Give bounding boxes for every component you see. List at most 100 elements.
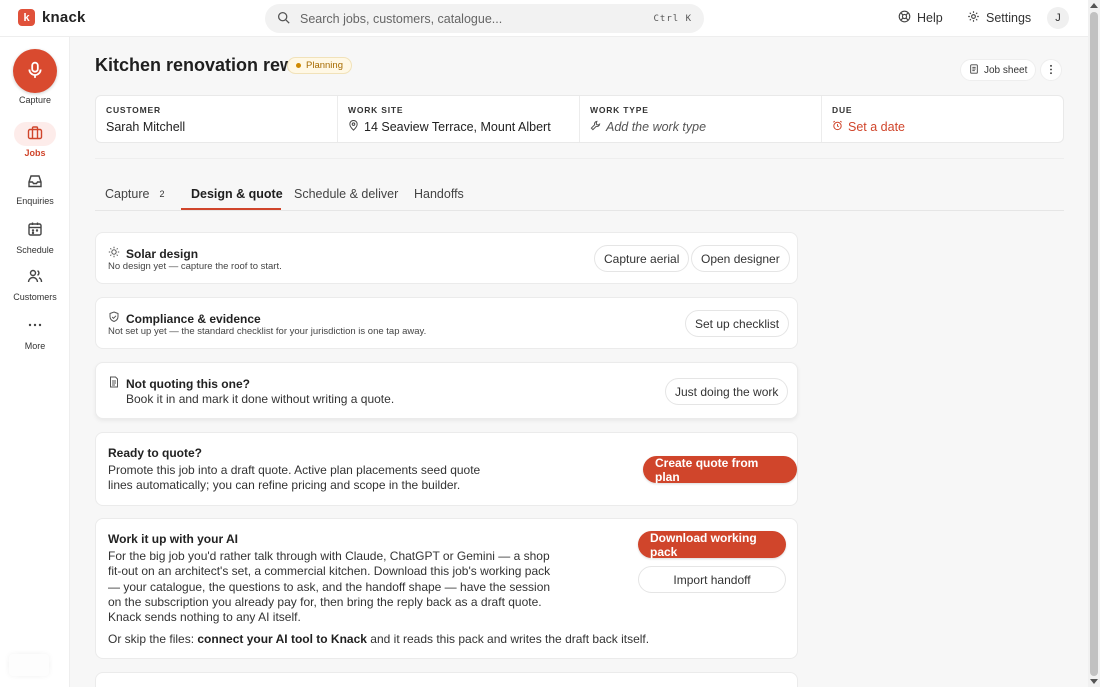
settings-button[interactable]: Settings: [967, 10, 1031, 26]
sun-icon: [108, 246, 120, 261]
tab-bar: Capture 2 Design & quote Schedule & deli…: [95, 177, 1064, 211]
ai-workup-card: Work it up with your AI For the big job …: [95, 518, 798, 659]
solar-design-subtitle: No design yet — capture the roof to star…: [108, 261, 282, 272]
import-handoff-button[interactable]: Import handoff: [638, 566, 786, 593]
help-label: Help: [917, 11, 943, 25]
users-icon: [27, 268, 43, 287]
tab-design-quote[interactable]: Design & quote: [191, 187, 283, 201]
work-type-field[interactable]: WORK TYPE Add the work type: [580, 96, 822, 142]
open-designer-button[interactable]: Open designer: [691, 245, 790, 272]
sidebar-item-customers[interactable]: [23, 265, 47, 289]
sidebar: Capture Jobs Enquiries Schedule Customer…: [0, 37, 70, 687]
just-doing-the-work-button[interactable]: Just doing the work: [665, 378, 789, 405]
search-icon: [277, 11, 290, 27]
connect-ai-tool-link[interactable]: connect your AI tool to Knack: [197, 632, 367, 646]
vertical-dots-icon: [1049, 63, 1053, 78]
sidebar-footer: [9, 654, 49, 676]
dots-icon: [27, 317, 43, 336]
ai-skip-prefix: Or skip the files:: [108, 632, 195, 646]
header-divider: [95, 158, 1064, 159]
tab-design-quote-label: Design & quote: [191, 187, 283, 201]
tab-schedule-deliver[interactable]: Schedule & deliver: [294, 187, 398, 201]
ai-skip-line: Or skip the files: connect your AI tool …: [108, 632, 708, 647]
sidebar-item-schedule-label: Schedule: [16, 245, 54, 255]
page-title: Kitchen renovation rewire: [95, 55, 317, 75]
more-options-button[interactable]: [1040, 59, 1062, 81]
sidebar-item-more[interactable]: [23, 314, 47, 338]
capture-label: Capture: [18, 95, 52, 105]
scrollbar[interactable]: [1088, 0, 1100, 687]
map-pin-icon: [348, 119, 359, 134]
status-dot: [296, 63, 301, 68]
search-input[interactable]: [300, 11, 640, 26]
settings-label: Settings: [986, 11, 1032, 25]
due-value-row: Set a date: [832, 120, 1053, 134]
work-site-label: WORK SITE: [348, 105, 404, 115]
capture-button[interactable]: [13, 49, 57, 93]
status-label: Planning: [306, 60, 343, 71]
tab-capture-count: 2: [159, 189, 165, 199]
solar-design-title: Solar design: [126, 246, 199, 261]
job-sheet-button[interactable]: Job sheet: [960, 59, 1037, 81]
file-text-icon: [108, 376, 120, 391]
ai-skip-suffix: and it reads this pack and writes the dr…: [370, 632, 650, 646]
ready-to-quote-title: Ready to quote?: [108, 446, 203, 460]
help-icon: [898, 10, 911, 26]
customer-value: Sarah Mitchell: [106, 120, 186, 134]
customer-field[interactable]: CUSTOMER Sarah Mitchell: [96, 96, 338, 142]
compliance-title: Compliance & evidence: [126, 311, 261, 326]
solar-design-card: Solar design No design yet — capture the…: [95, 232, 798, 284]
job-sheet-label: Job sheet: [984, 64, 1028, 76]
capture-aerial-button[interactable]: Capture aerial: [594, 245, 690, 272]
inbox-icon: [27, 173, 43, 192]
work-type-value-row: Add the work type: [590, 120, 811, 134]
customer-label: CUSTOMER: [106, 105, 161, 115]
sidebar-item-jobs-label: Jobs: [24, 148, 46, 158]
job-info-row: CUSTOMER Sarah Mitchell WORK SITE 14 Sea…: [95, 95, 1064, 143]
gear-icon: [967, 10, 980, 26]
app-logo[interactable]: k knack: [18, 9, 86, 26]
work-type-label: WORK TYPE: [590, 105, 649, 115]
briefcase-icon: [27, 125, 43, 144]
document-icon: [969, 63, 979, 77]
ready-to-quote-card: Ready to quote? Promote this job into a …: [95, 432, 798, 506]
app-name: knack: [42, 9, 86, 26]
not-quoting-title: Not quoting this one?: [126, 376, 250, 391]
tab-capture[interactable]: Capture 2: [105, 187, 165, 201]
compliance-title-row: Compliance & evidence: [108, 311, 261, 326]
scroll-up-arrow[interactable]: [1090, 3, 1098, 8]
logo-mark: k: [18, 9, 35, 26]
help-button[interactable]: Help: [898, 10, 943, 26]
sidebar-item-schedule[interactable]: [23, 218, 47, 242]
sidebar-item-enquiries[interactable]: [23, 170, 47, 194]
work-type-value: Add the work type: [606, 120, 707, 134]
tab-capture-label: Capture: [105, 187, 150, 201]
active-tab-indicator: [181, 208, 281, 210]
create-quote-from-plan-button[interactable]: Create quote from plan: [643, 456, 797, 484]
next-card: [95, 672, 798, 687]
shield-check-icon: [108, 311, 120, 326]
ai-workup-title: Work it up with your AI: [108, 532, 238, 546]
due-label: DUE: [832, 105, 853, 115]
set-up-checklist-button[interactable]: Set up checklist: [685, 310, 790, 337]
wrench-icon: [590, 120, 601, 134]
search-bar[interactable]: Ctrl K: [265, 4, 704, 33]
sidebar-item-customers-label: Customers: [13, 292, 57, 302]
scroll-down-arrow[interactable]: [1090, 679, 1098, 684]
download-working-pack-button[interactable]: Download working pack: [638, 531, 786, 559]
compliance-subtitle: Not set up yet — the standard checklist …: [108, 326, 427, 337]
not-quoting-card: Not quoting this one? Book it in and mar…: [95, 362, 798, 419]
work-site-field[interactable]: WORK SITE 14 Seaview Terrace, Mount Albe…: [338, 96, 580, 142]
due-field[interactable]: DUE Set a date: [822, 96, 1063, 142]
calendar-icon: [27, 221, 43, 240]
avatar[interactable]: J: [1047, 7, 1069, 29]
tab-handoffs[interactable]: Handoffs: [414, 187, 464, 201]
top-bar: k knack Ctrl K Help Settings J: [0, 0, 1088, 37]
ready-to-quote-body: Promote this job into a draft quote. Act…: [108, 463, 481, 493]
not-quoting-body: Book it in and mark it done without writ…: [126, 392, 395, 406]
sidebar-item-enquiries-label: Enquiries: [16, 196, 54, 206]
search-shortcut: Ctrl K: [653, 13, 692, 24]
scrollbar-thumb[interactable]: [1090, 12, 1098, 676]
due-value: Set a date: [848, 120, 905, 134]
sidebar-item-jobs[interactable]: [23, 122, 47, 146]
